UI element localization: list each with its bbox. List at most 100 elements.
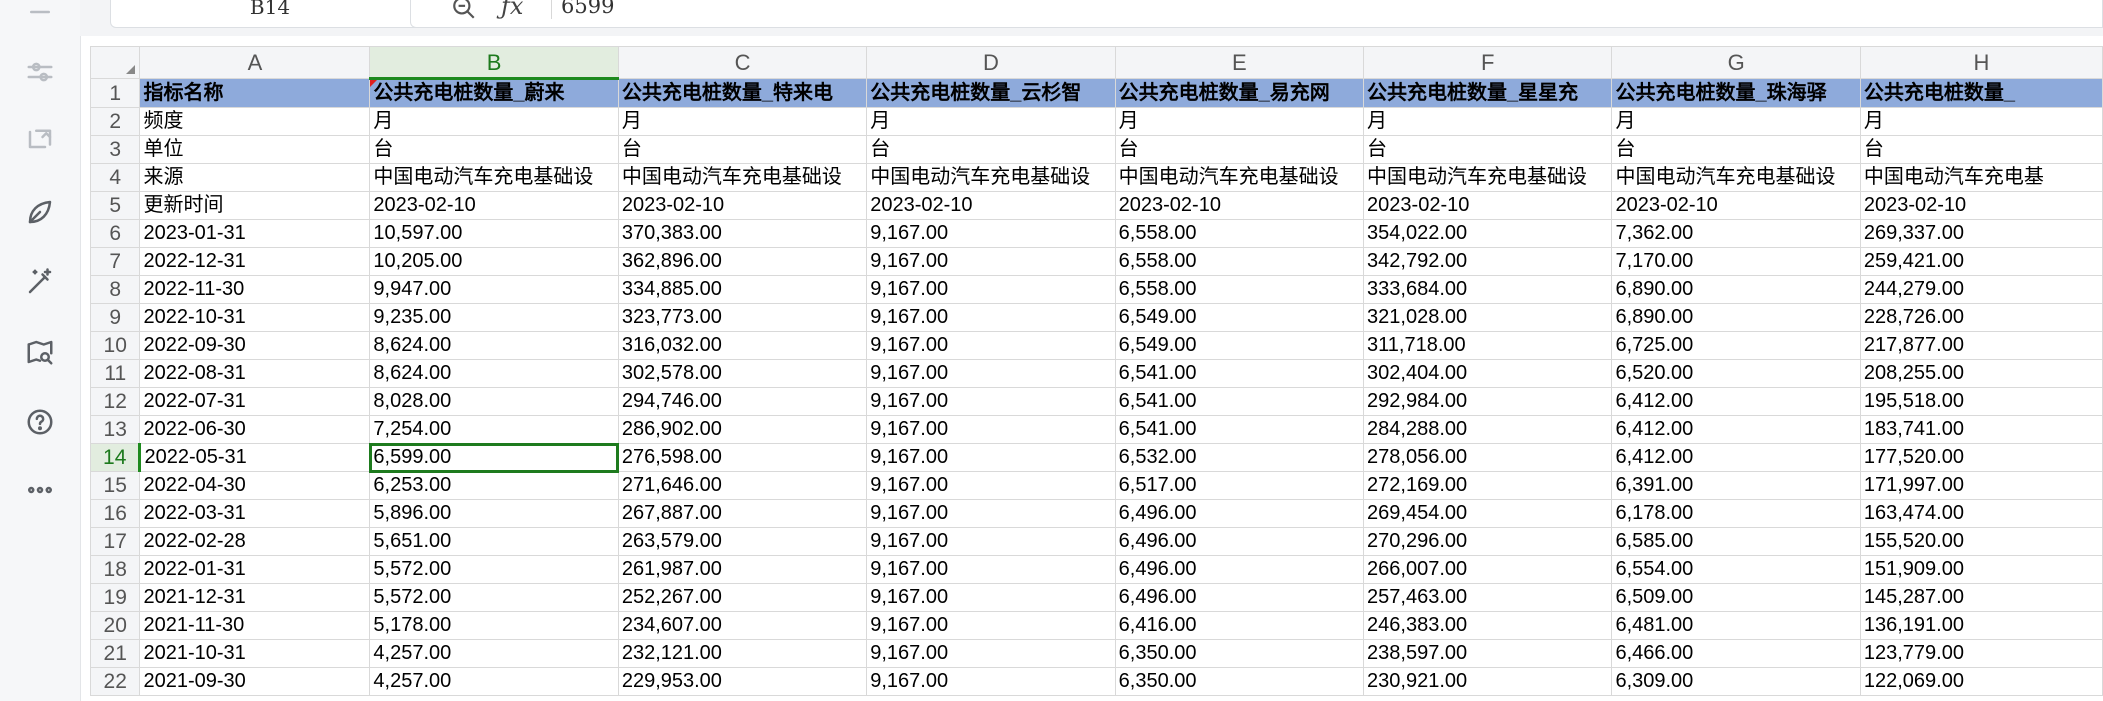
cell-b18[interactable]: 5,572.00 [369,555,619,584]
cell-a14[interactable]: 2022-05-31 [139,443,371,472]
zoom-out-icon[interactable] [451,0,477,21]
cell-e5[interactable]: 2023-02-10 [1114,191,1365,220]
cell-a5[interactable]: 更新时间 [139,191,371,220]
cell-a1[interactable]: 指标名称 [139,78,371,108]
column-header-e[interactable]: E [1114,46,1365,79]
cell-h20[interactable]: 136,191.00 [1859,611,2103,640]
cell-g3[interactable]: 台 [1611,135,1861,164]
cell-e22[interactable]: 6,350.00 [1114,667,1365,696]
cell-h13[interactable]: 183,741.00 [1859,415,2103,444]
formula-input[interactable]: ƒx 6599 [410,0,2103,28]
cell-c5[interactable]: 2023-02-10 [617,191,868,220]
cell-a11[interactable]: 2022-08-31 [139,359,371,388]
row-header[interactable]: 18 [89,555,141,584]
cell-f10[interactable]: 311,718.00 [1363,331,1613,360]
cell-d20[interactable]: 9,167.00 [866,611,1116,640]
row-header[interactable]: 4 [89,163,141,192]
cell-g13[interactable]: 6,412.00 [1611,415,1861,444]
cell-e2[interactable]: 月 [1114,107,1365,136]
cell-e15[interactable]: 6,517.00 [1114,471,1365,500]
cell-g7[interactable]: 7,170.00 [1611,247,1861,276]
cell-a3[interactable]: 单位 [139,135,371,164]
cell-c7[interactable]: 362,896.00 [617,247,868,276]
cell-d11[interactable]: 9,167.00 [866,359,1116,388]
cell-c8[interactable]: 334,885.00 [617,275,868,304]
cell-f2[interactable]: 月 [1363,107,1613,136]
cell-b21[interactable]: 4,257.00 [369,639,619,668]
cell-b3[interactable]: 台 [369,135,619,164]
cell-b20[interactable]: 5,178.00 [369,611,619,640]
cell-b19[interactable]: 5,572.00 [369,583,619,612]
cell-g14[interactable]: 6,412.00 [1611,443,1861,472]
cell-c20[interactable]: 234,607.00 [617,611,868,640]
cell-e14[interactable]: 6,532.00 [1114,443,1365,472]
cell-c22[interactable]: 229,953.00 [617,667,868,696]
cell-f19[interactable]: 257,463.00 [1363,583,1613,612]
cell-d17[interactable]: 9,167.00 [866,527,1116,556]
cell-f15[interactable]: 272,169.00 [1363,471,1613,500]
cell-d12[interactable]: 9,167.00 [866,387,1116,416]
column-header-g[interactable]: G [1611,46,1861,79]
cell-b8[interactable]: 9,947.00 [369,275,619,304]
cell-e8[interactable]: 6,558.00 [1114,275,1365,304]
cell-c12[interactable]: 294,746.00 [617,387,868,416]
leaf-icon[interactable] [20,192,60,232]
cell-f3[interactable]: 台 [1363,135,1613,164]
cell-b15[interactable]: 6,253.00 [369,471,619,500]
cell-f17[interactable]: 270,296.00 [1363,527,1613,556]
cell-h19[interactable]: 145,287.00 [1859,583,2103,612]
cell-c9[interactable]: 323,773.00 [617,303,868,332]
row-header[interactable]: 1 [89,78,141,108]
row-header[interactable]: 16 [89,499,141,528]
cell-h11[interactable]: 208,255.00 [1859,359,2103,388]
cell-a20[interactable]: 2021-11-30 [139,611,371,640]
cell-g19[interactable]: 6,509.00 [1611,583,1861,612]
cell-g21[interactable]: 6,466.00 [1611,639,1861,668]
cell-f9[interactable]: 321,028.00 [1363,303,1613,332]
cell-h14[interactable]: 177,520.00 [1859,443,2103,472]
row-header[interactable]: 7 [89,247,141,276]
cell-e1[interactable]: 公共充电桩数量_易充网 [1114,78,1365,108]
cell-d2[interactable]: 月 [866,107,1116,136]
column-header-b[interactable]: B [369,46,619,80]
cell-e17[interactable]: 6,496.00 [1114,527,1365,556]
cell-d5[interactable]: 2023-02-10 [866,191,1116,220]
cell-d19[interactable]: 9,167.00 [866,583,1116,612]
cell-h12[interactable]: 195,518.00 [1859,387,2103,416]
help-icon[interactable] [20,402,60,442]
more-icon[interactable] [20,470,60,510]
cell-c3[interactable]: 台 [617,135,868,164]
cell-e19[interactable]: 6,496.00 [1114,583,1365,612]
cell-e16[interactable]: 6,496.00 [1114,499,1365,528]
column-header-h[interactable]: H [1859,46,2103,79]
cell-c11[interactable]: 302,578.00 [617,359,868,388]
spreadsheet-grid[interactable]: ABCDEFGH 1 指标名称 公共充电桩数量_蔚来 公共充电桩数量_特来电 公共充电桩… [89,46,2103,696]
cell-b16[interactable]: 5,896.00 [369,499,619,528]
cell-a2[interactable]: 频度 [139,107,371,136]
cell-h6[interactable]: 269,337.00 [1859,219,2103,248]
cell-f11[interactable]: 302,404.00 [1363,359,1613,388]
cell-d1[interactable]: 公共充电桩数量_云杉智 [866,78,1116,108]
cell-d6[interactable]: 9,167.00 [866,219,1116,248]
cell-b17[interactable]: 5,651.00 [369,527,619,556]
cell-c14[interactable]: 276,598.00 [617,443,868,472]
cell-a12[interactable]: 2022-07-31 [139,387,371,416]
cell-g10[interactable]: 6,725.00 [1611,331,1861,360]
cell-a10[interactable]: 2022-09-30 [139,331,371,360]
cell-e4[interactable]: 中国电动汽车充电基础设 [1114,163,1365,192]
cell-a21[interactable]: 2021-10-31 [139,639,371,668]
cell-g22[interactable]: 6,309.00 [1611,667,1861,696]
row-header[interactable]: 6 [89,219,141,248]
row-header[interactable]: 2 [89,107,141,136]
cell-g4[interactable]: 中国电动汽车充电基础设 [1611,163,1861,192]
cell-g5[interactable]: 2023-02-10 [1611,191,1861,220]
cell-f13[interactable]: 284,288.00 [1363,415,1613,444]
cell-g15[interactable]: 6,391.00 [1611,471,1861,500]
cell-b10[interactable]: 8,624.00 [369,331,619,360]
fx-icon[interactable]: ƒx [501,0,523,20]
cell-c17[interactable]: 263,579.00 [617,527,868,556]
cell-h21[interactable]: 123,779.00 [1859,639,2103,668]
cell-g12[interactable]: 6,412.00 [1611,387,1861,416]
cell-b6[interactable]: 10,597.00 [369,219,619,248]
cell-h5[interactable]: 2023-02-10 [1859,191,2103,220]
